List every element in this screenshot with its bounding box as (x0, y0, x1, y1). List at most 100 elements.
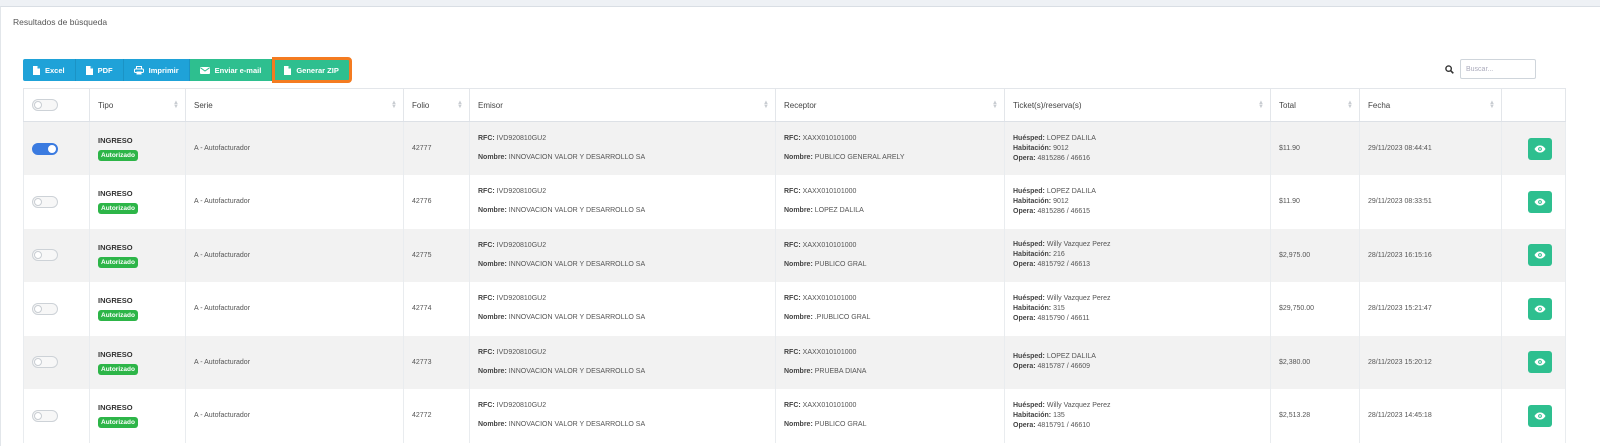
view-button[interactable] (1528, 404, 1552, 427)
serie-cell: A - Autofacturador (185, 121, 404, 175)
room-label: Habitación: (1013, 197, 1052, 205)
rfc-label: RFC: (478, 402, 495, 410)
search-input[interactable] (1460, 59, 1536, 79)
column-header-total[interactable]: Total ▲ ▼ (1270, 88, 1360, 122)
nombre-label: Nombre: (784, 421, 813, 429)
excel-button[interactable]: Excel (23, 59, 76, 81)
emisor-rfc: IVD920810GU2 (496, 188, 547, 196)
opera-line: Opera: 4815787 / 46609 (1013, 362, 1262, 372)
opera-label: Opera: (1013, 207, 1036, 215)
tipo-cell: INGRESO Autorizado (89, 228, 186, 282)
table-row: INGRESO Autorizado A - Autofacturador 427… (23, 335, 1566, 389)
print-button[interactable]: Imprimir (123, 59, 190, 81)
column-header-emisor[interactable]: Emisor ▲ ▼ (469, 88, 776, 122)
sort-icon: ▲ ▼ (457, 100, 463, 110)
receptor-nombre: PUBLICO GENERAL ARELY (814, 154, 905, 161)
column-header-fecha[interactable]: Fecha ▲ ▼ (1359, 88, 1502, 122)
status-badge: Autorizado (98, 256, 138, 268)
select-all-toggle[interactable] (32, 99, 58, 111)
serie-cell: A - Autofacturador (185, 335, 404, 389)
results-panel: Resultados de búsqueda Excel PDF Imprimi… (0, 6, 1600, 446)
pdf-button[interactable]: PDF (75, 59, 124, 81)
row-select-toggle[interactable] (32, 249, 58, 262)
table-header: Tipo ▲ ▼ Serie ▲ ▼ Folio ▲ ▼ Emisor ▲ ▼ Receptor… (23, 88, 1566, 122)
row-select-toggle[interactable] (32, 356, 58, 369)
guest-value: Willy Vazquez Perez (1046, 294, 1111, 302)
tipo-value: INGRESO (98, 136, 133, 145)
opera-line: Opera: 4815792 / 46613 (1013, 260, 1262, 270)
column-header-folio[interactable]: Folio ▲ ▼ (403, 88, 470, 122)
search-area (1445, 59, 1536, 79)
row-select-toggle[interactable] (32, 302, 58, 315)
rfc-label: RFC: (784, 241, 801, 249)
serie-cell: A - Autofacturador (185, 175, 404, 229)
guest-label: Huésped: (1013, 294, 1045, 302)
view-button[interactable] (1528, 244, 1552, 267)
pdf-label: PDF (97, 65, 113, 75)
emisor-nombre: INNOVACION VALOR Y DESARROLLO SA (508, 421, 646, 429)
row-select-toggle[interactable] (32, 409, 58, 422)
receptor-nombre: PUBLICO GRAL (814, 421, 867, 429)
view-button[interactable] (1528, 351, 1552, 374)
tipo-cell: INGRESO Autorizado (89, 335, 186, 389)
view-button[interactable] (1528, 190, 1552, 213)
receptor-nombre: PRUEBA DIANA (814, 367, 867, 375)
column-header-receptor[interactable]: Receptor ▲ ▼ (775, 88, 1005, 122)
toggle-knob (34, 251, 42, 260)
emisor-nombre-line: Nombre: INNOVACION VALOR Y DESARROLLO SA (478, 260, 767, 270)
table-row: INGRESO Autorizado A - Autofacturador 427… (23, 175, 1566, 229)
printer-icon (133, 65, 144, 74)
view-button[interactable] (1528, 297, 1552, 320)
opera-label: Opera: (1013, 261, 1036, 269)
column-header-serie[interactable]: Serie ▲ ▼ (185, 88, 404, 122)
rfc-label: RFC: (478, 135, 495, 142)
rfc-label: RFC: (784, 135, 801, 142)
send-email-button[interactable]: Enviar e-mail (189, 59, 273, 81)
eye-icon (1534, 145, 1546, 152)
guest-label: Huésped: (1013, 353, 1045, 361)
fecha-cell: 28/11/2023 15:21:47 (1359, 282, 1502, 336)
column-label: Fecha (1368, 100, 1391, 110)
opera-value: 4815790 / 46611 (1037, 314, 1090, 322)
rfc-label: RFC: (784, 188, 801, 196)
guest-value: LOPEZ DALILA (1046, 134, 1096, 142)
column-label: Emisor (478, 100, 503, 110)
folio-cell: 42774 (403, 282, 470, 336)
receptor-nombre: PUBLICO GRAL (814, 260, 867, 268)
emisor-rfc: IVD920810GU2 (496, 241, 547, 249)
room-line: Habitación: 216 (1013, 250, 1262, 260)
emisor-cell: RFC: IVD920810GU2 Nombre: INNOVACION VAL… (469, 389, 776, 443)
nombre-label: Nombre: (784, 207, 813, 215)
fecha-cell: 29/11/2023 08:33:51 (1359, 175, 1502, 229)
folio-cell: 42773 (403, 335, 470, 389)
nombre-label: Nombre: (478, 154, 507, 161)
toggle-knob (34, 411, 42, 420)
select-cell (23, 335, 90, 389)
column-header-ticket[interactable]: Ticket(s)/reserva(s) ▲ ▼ (1004, 88, 1271, 122)
emisor-nombre: INNOVACION VALOR Y DESARROLLO SA (508, 367, 646, 375)
tipo-value: INGRESO (98, 189, 133, 199)
send-email-label: Enviar e-mail (214, 65, 262, 75)
column-label: Total (1279, 100, 1296, 110)
select-cell (23, 121, 90, 175)
actions-cell (1501, 335, 1566, 389)
emisor-cell: RFC: IVD920810GU2 Nombre: INNOVACION VAL… (469, 228, 776, 282)
row-select-toggle[interactable] (32, 142, 58, 155)
status-badge: Autorizado (98, 203, 138, 215)
sort-icon: ▲ ▼ (1347, 100, 1353, 110)
emisor-cell: RFC: IVD920810GU2 Nombre: INNOVACION VAL… (469, 282, 776, 336)
ticket-cell: Huésped: Willy Vazquez Perez Habitación:… (1004, 282, 1271, 336)
emisor-nombre: INNOVACION VALOR Y DESARROLLO SA (508, 154, 646, 161)
generate-zip-button[interactable]: Generar ZIP (272, 57, 352, 83)
nombre-label: Nombre: (784, 154, 813, 161)
receptor-nombre-line: Nombre: PUBLICO GENERAL ARELY (784, 153, 996, 163)
view-button[interactable] (1528, 137, 1552, 160)
guest-label: Huésped: (1013, 241, 1045, 249)
row-select-toggle[interactable] (32, 195, 58, 208)
column-label: Ticket(s)/reserva(s) (1013, 100, 1082, 110)
column-header-tipo[interactable]: Tipo ▲ ▼ (89, 88, 186, 122)
fecha-cell: 28/11/2023 14:45:18 (1359, 389, 1502, 443)
receptor-rfc: XAXX010101000 (802, 348, 857, 356)
total-cell: $2,513.28 (1270, 389, 1360, 443)
ticket-cell: Huésped: LOPEZ DALILA Opera: 4815787 / 4… (1004, 335, 1271, 389)
